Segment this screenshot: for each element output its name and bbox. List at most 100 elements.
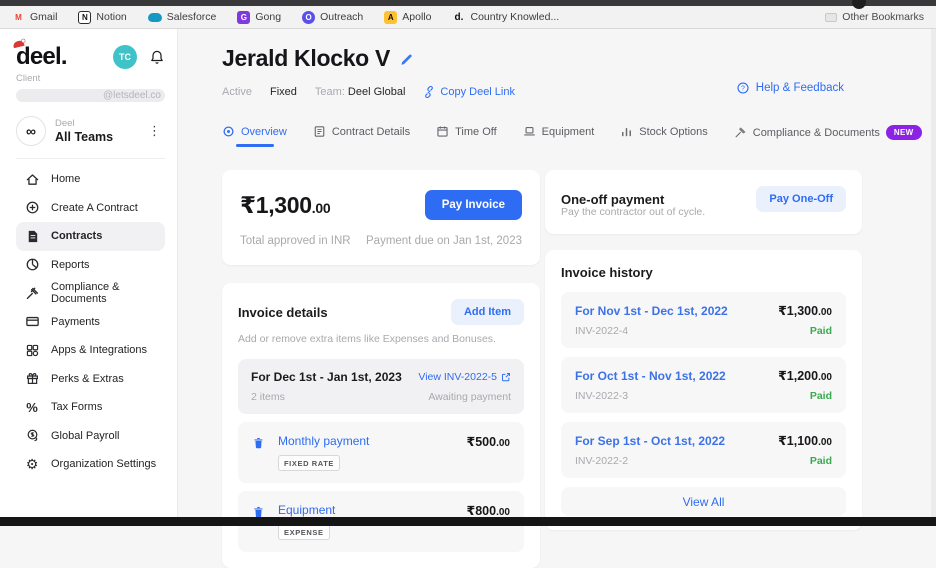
invoice-amount-card: ₹1,300.00 Pay Invoice Total approved in …: [222, 170, 540, 265]
history-period-link[interactable]: For Nov 1st - Dec 1st, 2022: [575, 304, 728, 318]
question-circle-icon: ?: [736, 81, 750, 95]
deel-logo[interactable]: deel.: [16, 43, 67, 71]
line-item-amount: ₹800.00: [467, 503, 510, 518]
awaiting-payment-status: Awaiting payment: [428, 391, 511, 403]
sidebar-item-label: Perks & Extras: [51, 373, 124, 385]
history-row: For Oct 1st - Nov 1st, 2022 ₹1,200.00 IN…: [561, 357, 846, 413]
sidebar-item-label: Contracts: [51, 230, 102, 242]
trash-icon[interactable]: [252, 436, 265, 450]
view-invoice-label: View INV-2022-5: [418, 371, 497, 383]
sidebar-item-home[interactable]: Home: [16, 165, 165, 194]
sidebar-item-contracts[interactable]: Contracts: [16, 222, 165, 251]
tab-compliance-documents[interactable]: Compliance & Documents NEW: [734, 125, 922, 149]
user-avatar[interactable]: TC: [113, 45, 137, 69]
bookmark-label: Salesforce: [167, 11, 217, 23]
history-invoice-number: INV-2022-3: [575, 390, 628, 402]
line-item-type-badge: FIXED RATE: [278, 455, 340, 471]
document-icon: [313, 125, 326, 138]
history-invoice-number: INV-2022-4: [575, 325, 628, 337]
bookmark-gmail[interactable]: M Gmail: [12, 11, 57, 24]
line-item-name-link[interactable]: Monthly payment: [278, 434, 454, 448]
bookmark-label: Outreach: [320, 11, 363, 23]
sidebar-item-label: Home: [51, 173, 80, 185]
bookmark-apollo[interactable]: A Apollo: [384, 11, 431, 24]
line-item-amount: ₹500.00: [467, 434, 510, 449]
notion-icon: N: [78, 11, 91, 24]
tab-time-off[interactable]: Time Off: [436, 125, 497, 147]
sidebar-item-label: Reports: [51, 259, 90, 271]
sidebar-item-organization-settings[interactable]: ⚙ Organization Settings: [16, 450, 165, 479]
other-bookmarks[interactable]: Other Bookmarks: [825, 11, 924, 23]
contract-icon: [24, 229, 40, 244]
svg-text:?: ?: [741, 85, 745, 92]
sidebar-item-create-a-contract[interactable]: Create A Contract: [16, 194, 165, 223]
tab-label: Contract Details: [332, 126, 410, 138]
percent-icon: %: [24, 401, 40, 414]
tab-label: Time Off: [455, 126, 497, 138]
sidebar-item-label: Global Payroll: [51, 430, 119, 442]
history-period-link[interactable]: For Oct 1st - Nov 1st, 2022: [575, 369, 726, 383]
payroll-icon: [24, 428, 40, 443]
sidebar-item-global-payroll[interactable]: Global Payroll: [16, 422, 165, 451]
view-all-button[interactable]: View All: [561, 487, 846, 516]
gavel-icon: [24, 286, 40, 301]
new-badge: NEW: [886, 125, 922, 140]
history-row: For Nov 1st - Dec 1st, 2022 ₹1,300.00 IN…: [561, 292, 846, 348]
bookmark-label: Gmail: [30, 11, 57, 23]
team-org-label: Deel: [55, 118, 135, 129]
client-label: Client: [16, 73, 165, 84]
sidebar-item-label: Apps & Integrations: [51, 344, 147, 356]
invoice-history-title: Invoice history: [561, 265, 846, 280]
sidebar-item-compliance-documents[interactable]: Compliance & Documents: [16, 279, 165, 308]
add-item-button[interactable]: Add Item: [451, 299, 524, 325]
pay-invoice-button[interactable]: Pay Invoice: [425, 190, 522, 220]
bookmark-label: Country Knowled...: [470, 11, 559, 23]
edit-pencil-icon[interactable]: [400, 52, 414, 66]
bookmark-salesforce[interactable]: Salesforce: [148, 11, 217, 23]
paid-status: Paid: [810, 325, 832, 337]
view-invoice-link[interactable]: View INV-2022-5: [418, 371, 511, 383]
team-selector[interactable]: ∞ Deel All Teams ⋮: [16, 116, 165, 146]
bookmark-country-knowledge[interactable]: d. Country Knowled...: [452, 11, 559, 24]
browser-titlebar: [0, 0, 936, 6]
copy-deel-link[interactable]: Copy Deel Link: [423, 86, 515, 98]
help-feedback-button[interactable]: ? Help & Feedback: [736, 81, 844, 95]
invoice-details-description: Add or remove extra items like Expenses …: [238, 333, 524, 345]
bookmark-label: Notion: [96, 11, 126, 23]
line-item-name-link[interactable]: Equipment: [278, 503, 454, 517]
paid-status: Paid: [810, 455, 832, 467]
apps-grid-icon: [24, 343, 40, 358]
tab-label: Equipment: [542, 126, 595, 138]
pay-one-off-button[interactable]: Pay One-Off: [756, 186, 846, 212]
bookmark-notion[interactable]: N Notion: [78, 11, 126, 24]
sidebar-item-reports[interactable]: Reports: [16, 251, 165, 280]
deel-logo-text: deel.: [16, 43, 67, 70]
other-bookmarks-label: Other Bookmarks: [842, 11, 924, 23]
overview-icon: [222, 125, 235, 138]
bookmark-gong[interactable]: G Gong: [237, 11, 281, 24]
home-icon: [24, 172, 40, 187]
line-item-monthly-payment: Monthly payment FIXED RATE ₹500.00: [238, 422, 524, 483]
history-amount: ₹1,100.00: [778, 433, 832, 448]
invoice-period-row: For Dec 1st - Jan 1st, 2023 View INV-202…: [238, 359, 524, 414]
history-period-link[interactable]: For Sep 1st - Oct 1st, 2022: [575, 434, 725, 448]
sidebar-item-label: Create A Contract: [51, 202, 138, 214]
external-link-icon: [501, 372, 511, 382]
bookmark-outreach[interactable]: O Outreach: [302, 11, 363, 24]
tab-stock-options[interactable]: Stock Options: [620, 125, 707, 147]
sidebar-item-payments[interactable]: Payments: [16, 308, 165, 337]
paid-status: Paid: [810, 390, 832, 402]
gmail-icon: M: [12, 11, 25, 24]
sidebar-item-apps-integrations[interactable]: Apps & Integrations: [16, 336, 165, 365]
tab-equipment[interactable]: Equipment: [523, 125, 595, 147]
sidebar-item-tax-forms[interactable]: % Tax Forms: [16, 393, 165, 422]
deel-favicon: d.: [452, 11, 465, 24]
invoice-details-title: Invoice details: [238, 305, 328, 320]
tab-contract-details[interactable]: Contract Details: [313, 125, 410, 147]
apollo-icon: A: [384, 11, 397, 24]
history-amount: ₹1,200.00: [778, 368, 832, 383]
tab-overview[interactable]: Overview: [222, 125, 287, 147]
bell-icon[interactable]: [149, 49, 165, 65]
kebab-menu-icon[interactable]: ⋮: [144, 123, 165, 139]
sidebar-item-perks-extras[interactable]: Perks & Extras: [16, 365, 165, 394]
